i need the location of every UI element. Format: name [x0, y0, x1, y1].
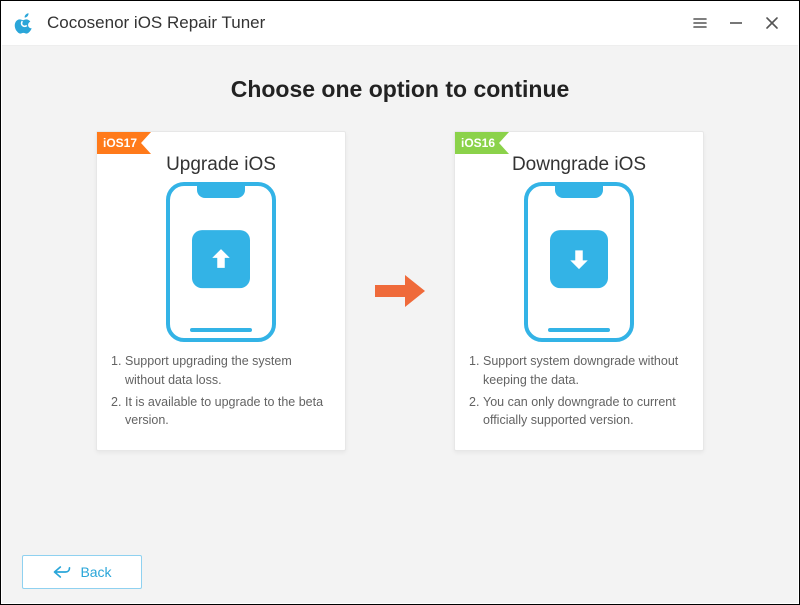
page-title: Choose one option to continue	[22, 76, 778, 103]
arrow-up-icon	[192, 230, 250, 288]
arrow-down-icon	[550, 230, 608, 288]
upgrade-desc-2: It is available to upgrade to the beta v…	[125, 393, 333, 431]
option-upgrade-card[interactable]: iOS17 Upgrade iOS 1.Support upgrading th…	[96, 131, 346, 451]
right-arrow-icon	[370, 273, 430, 309]
minimize-icon[interactable]	[727, 14, 745, 32]
app-logo-icon	[13, 11, 37, 35]
close-icon[interactable]	[763, 14, 781, 32]
downgrade-ribbon: iOS16	[455, 132, 509, 154]
downgrade-description: 1.Support system downgrade without keepi…	[469, 352, 691, 430]
upgrade-ribbon: iOS17	[97, 132, 151, 154]
main-area: Choose one option to continue iOS17 Upgr…	[2, 45, 798, 603]
downgrade-desc-2: You can only downgrade to current offici…	[483, 393, 691, 431]
back-button-label: Back	[80, 564, 111, 580]
titlebar: Cocosenor iOS Repair Tuner	[1, 1, 799, 45]
upgrade-description: 1.Support upgrading the system without d…	[111, 352, 333, 430]
options-row: iOS17 Upgrade iOS 1.Support upgrading th…	[22, 131, 778, 451]
option-downgrade-card[interactable]: iOS16 Downgrade iOS 1.Support system dow…	[454, 131, 704, 451]
menu-icon[interactable]	[691, 14, 709, 32]
back-arrow-icon	[52, 564, 72, 580]
back-button[interactable]: Back	[22, 555, 142, 589]
upgrade-phone-illustration	[97, 182, 345, 342]
downgrade-card-title: Downgrade iOS	[455, 154, 703, 176]
downgrade-desc-1: Support system downgrade without keeping…	[483, 352, 691, 390]
app-title: Cocosenor iOS Repair Tuner	[47, 13, 691, 33]
upgrade-desc-1: Support upgrading the system without dat…	[125, 352, 333, 390]
downgrade-phone-illustration	[455, 182, 703, 342]
upgrade-card-title: Upgrade iOS	[97, 154, 345, 176]
